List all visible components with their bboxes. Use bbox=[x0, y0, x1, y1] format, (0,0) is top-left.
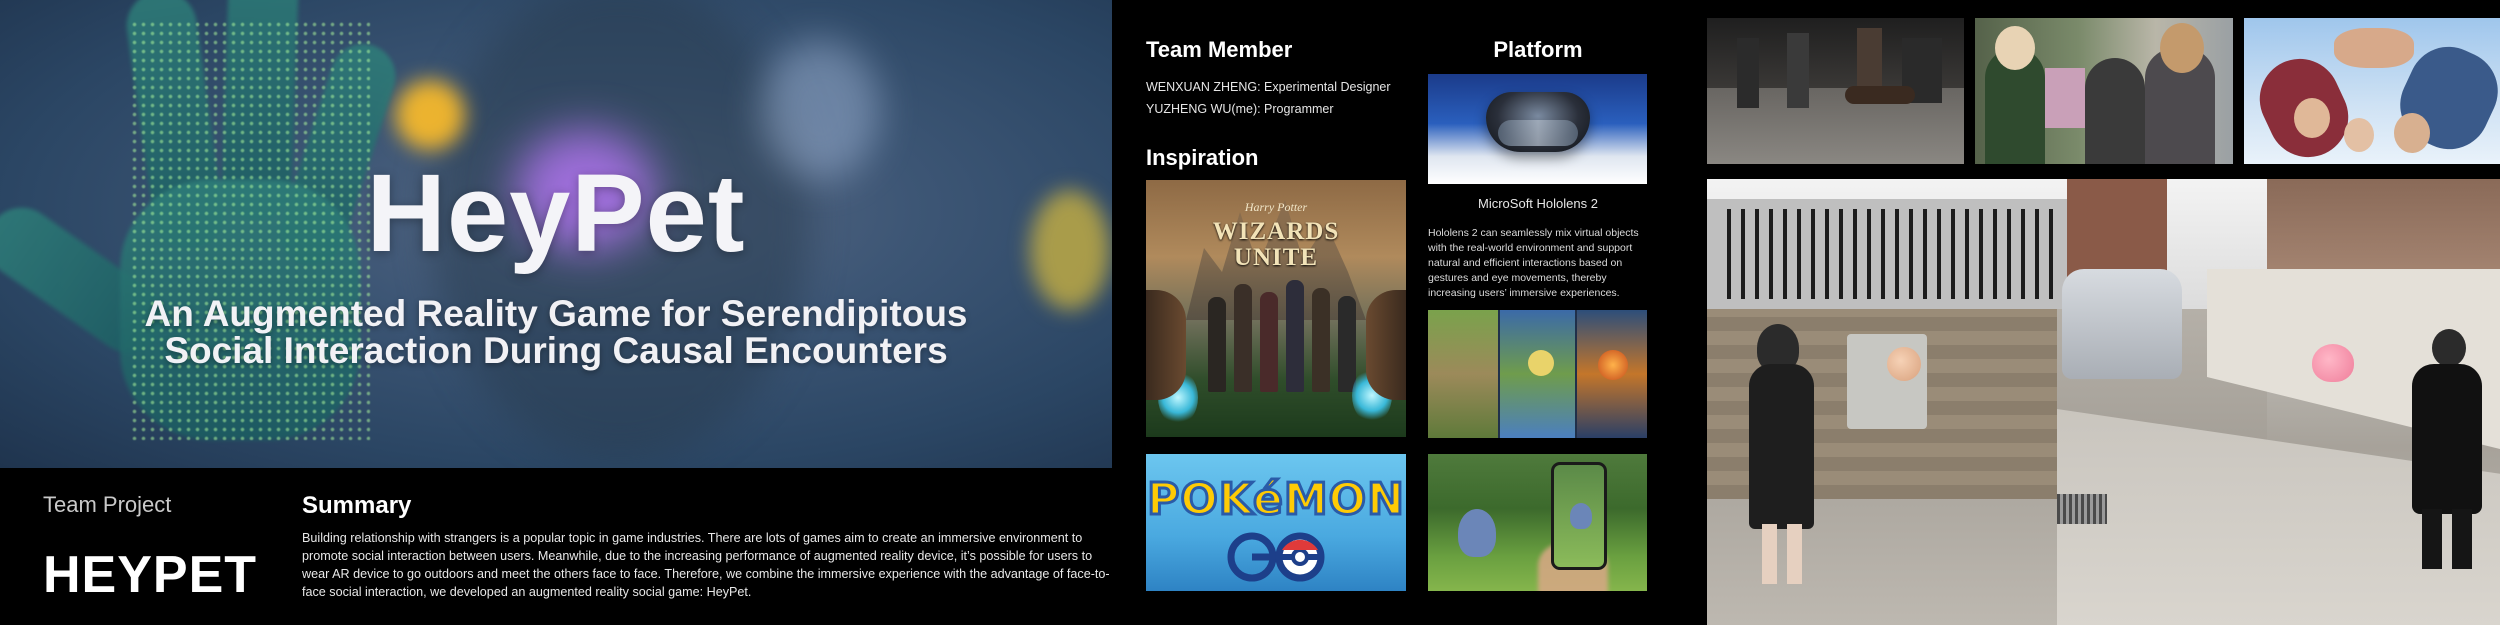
drain-grate bbox=[2057, 494, 2107, 524]
hololens-lens bbox=[1498, 120, 1578, 146]
pokemon-go-logo bbox=[1227, 532, 1325, 582]
face bbox=[2344, 118, 2374, 152]
virtual-pet-peach bbox=[1887, 347, 1921, 381]
hololens-description: Hololens 2 can seamlessly mix virtual ob… bbox=[1428, 227, 1639, 299]
inspiration-heading: Inspiration bbox=[1146, 145, 1259, 170]
hololens-image bbox=[1428, 74, 1647, 184]
hp-logo-title: WIZARDS bbox=[1212, 218, 1340, 245]
project-type-label: Team Project bbox=[43, 492, 172, 517]
leg bbox=[1737, 38, 1759, 108]
harry-potter-wizards-unite-image: Harry Potter WIZARDS UNITE bbox=[1146, 180, 1406, 437]
women-shopping-photo bbox=[1975, 18, 2233, 164]
wand-hand-left bbox=[1146, 290, 1186, 400]
hero-subtitle-line: Social Interaction During Causal Encount… bbox=[164, 330, 948, 371]
hero-orange-glow bbox=[395, 80, 465, 150]
shopping-bag bbox=[2045, 68, 2085, 128]
face bbox=[2394, 113, 2430, 153]
character-figure bbox=[1338, 296, 1356, 392]
person-left bbox=[1749, 364, 1814, 529]
person-right bbox=[2412, 364, 2482, 514]
pokemon-go-image: POKéMON bbox=[1146, 454, 1406, 591]
group-hands-photo bbox=[2244, 18, 2500, 164]
virtual-pet-pink bbox=[2312, 344, 2354, 382]
stacked-hands bbox=[2334, 28, 2414, 68]
person-head bbox=[2160, 23, 2204, 73]
person bbox=[2085, 58, 2145, 164]
character-figure bbox=[1234, 284, 1252, 392]
wand-hand-right bbox=[1366, 290, 1406, 400]
character-figure bbox=[1312, 288, 1330, 392]
iron-fence bbox=[1727, 209, 2057, 299]
person-leg bbox=[2422, 509, 2442, 569]
summary-heading: Summary bbox=[302, 492, 412, 519]
game-screen bbox=[1428, 310, 1498, 438]
house-roof bbox=[2267, 179, 2500, 279]
character-figure bbox=[1286, 280, 1304, 392]
walking-feet-photo bbox=[1707, 18, 1964, 164]
ar-street-encounter-photo bbox=[1707, 179, 2500, 625]
parked-car bbox=[2062, 269, 2182, 379]
hero-title: HeyPet bbox=[366, 152, 746, 275]
ar-game-screenshots bbox=[1428, 310, 1647, 438]
summary-text: Building relationship with strangers is … bbox=[302, 531, 1110, 599]
fire-effect bbox=[1598, 350, 1628, 380]
person-leg bbox=[1762, 524, 1777, 584]
phone-screen bbox=[1554, 465, 1604, 567]
pokemon-creature bbox=[1458, 509, 1496, 557]
person-head-headset bbox=[2432, 329, 2466, 367]
face bbox=[2294, 98, 2330, 138]
hololens-caption: MicroSoft Hololens 2 bbox=[1478, 196, 1598, 211]
smartphone bbox=[1551, 462, 1607, 570]
team-member-heading: Team Member bbox=[1146, 37, 1293, 62]
hero-subtitle-line: An Augmented Reality Game for Serendipit… bbox=[144, 293, 968, 334]
leg bbox=[1787, 33, 1809, 108]
person-head bbox=[1995, 26, 2035, 70]
platform-heading: Platform bbox=[1493, 37, 1583, 62]
pokemon-logo-text: POKéMON bbox=[1146, 473, 1405, 527]
project-name: HEYPET bbox=[43, 546, 258, 604]
team-member-item: WENXUAN ZHENG: Experimental Designer bbox=[1146, 80, 1391, 94]
character-figure bbox=[1208, 297, 1226, 392]
pokemon-creature bbox=[1528, 350, 1554, 376]
character-figure bbox=[1260, 292, 1278, 392]
ar-phone-pokemon-image bbox=[1428, 454, 1647, 591]
team-member-item: YUZHENG WU(me): Programmer bbox=[1146, 102, 1334, 116]
pokemon-creature bbox=[1570, 503, 1592, 529]
hero-subtitle: An Augmented Reality Game for Serendipit… bbox=[0, 295, 1112, 369]
person-leg bbox=[2452, 509, 2472, 569]
electric-box bbox=[1847, 334, 1927, 429]
hp-logo-brand: Harry Potter bbox=[1244, 200, 1308, 214]
sandal bbox=[1845, 86, 1915, 104]
person-leg bbox=[1787, 524, 1802, 584]
hero-banner: HeyPet An Augmented Reality Game for Ser… bbox=[0, 0, 1112, 468]
hp-logo-title: UNITE bbox=[1233, 244, 1319, 271]
